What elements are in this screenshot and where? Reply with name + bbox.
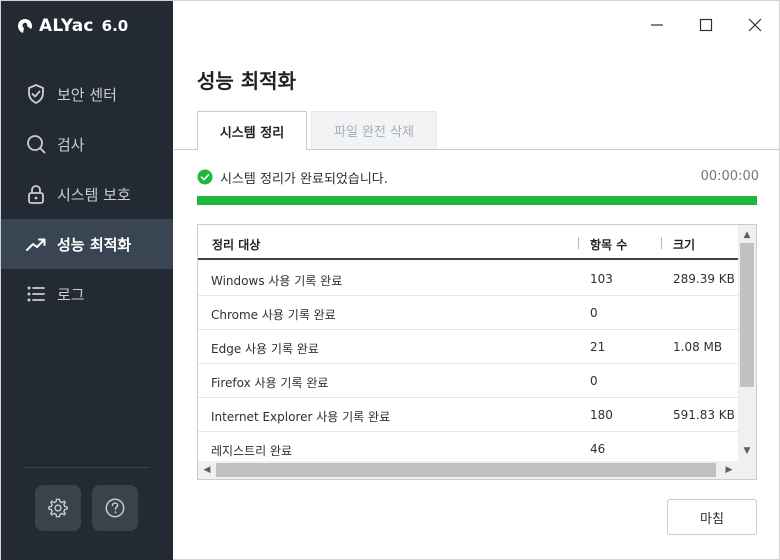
table-row[interactable]: Firefox 사용 기록 완료 0 (198, 364, 738, 398)
brand: ALYac 6.0 (17, 15, 128, 37)
scrollbar-corner (738, 461, 756, 479)
status-text: 시스템 정리가 완료되었습니다. (220, 171, 388, 187)
sidebar-item-label: 검사 (57, 135, 85, 154)
maximize-button[interactable] (690, 9, 722, 41)
vertical-scrollbar[interactable]: ▲ ▼ (738, 225, 756, 461)
cell-size: 1.08 MB (673, 340, 723, 354)
vertical-scroll-thumb[interactable] (740, 243, 754, 387)
elapsed-time: 00:00:00 (700, 169, 759, 184)
scroll-right-icon[interactable]: ▶ (720, 461, 738, 479)
horizontal-scrollbar[interactable]: ◀ ▶ (198, 461, 738, 479)
cell-target: Chrome 사용 기록 완료 (211, 308, 336, 322)
alyac-logo-icon (18, 19, 32, 33)
cell-target: 레지스트리 완료 (211, 444, 293, 458)
finish-button[interactable]: 마침 (667, 499, 757, 535)
cell-count: 0 (590, 374, 598, 388)
cell-count: 21 (590, 340, 606, 354)
settings-button[interactable] (35, 485, 81, 531)
scroll-up-icon[interactable]: ▲ (738, 227, 756, 243)
cell-count: 46 (590, 442, 606, 456)
sidebar-divider (25, 467, 149, 468)
cell-size: 289.39 KB (673, 272, 735, 286)
close-window-button[interactable] (739, 9, 771, 41)
status-message: 시스템 정리가 완료되었습니다. (197, 167, 388, 187)
scroll-left-icon[interactable]: ◀ (198, 461, 216, 479)
cell-count: 103 (590, 272, 613, 286)
sidebar-item-label: 보안 센터 (57, 85, 117, 104)
app-name: ALYac (39, 16, 94, 36)
sidebar-nav: 보안 센터 검사 시스템 보호 성능 최적화 로그 (1, 69, 173, 319)
progress-bar (197, 196, 757, 205)
question-icon (105, 498, 125, 518)
sidebar-item-label: 시스템 보호 (57, 185, 131, 204)
column-header-target[interactable]: 정리 대상 (212, 236, 260, 253)
table-row[interactable]: Chrome 사용 기록 완료 0 (198, 296, 738, 330)
table-header: 정리 대상 항목 수 크기 (198, 225, 738, 260)
cell-count: 180 (590, 408, 613, 422)
gear-icon (48, 498, 68, 518)
tab-system-cleanup[interactable]: 시스템 정리 (197, 111, 307, 150)
lock-icon (25, 183, 47, 205)
sidebar-item-security-center[interactable]: 보안 센터 (1, 69, 173, 119)
close-icon (748, 18, 762, 32)
app-window: ALYac 6.0 보안 센터 검사 시스템 보호 성능 최적화 로그 성능 최… (0, 0, 780, 560)
sidebar-item-system-protection[interactable]: 시스템 보호 (1, 169, 173, 219)
sidebar-item-scan[interactable]: 검사 (1, 119, 173, 169)
page-title: 성능 최적화 (197, 69, 296, 93)
horizontal-scroll-thumb[interactable] (216, 463, 716, 477)
sidebar-item-log[interactable]: 로그 (1, 269, 173, 319)
tab-file-shred[interactable]: 파일 완전 삭제 (311, 111, 437, 149)
progress-fill (197, 196, 757, 205)
column-header-size[interactable]: 크기 (673, 236, 695, 253)
table-row[interactable]: Edge 사용 기록 완료 21 1.08 MB (198, 330, 738, 364)
column-header-count[interactable]: 항목 수 (590, 236, 627, 253)
cell-count: 0 (590, 306, 598, 320)
sidebar-item-label: 성능 최적화 (57, 235, 132, 254)
check-circle-icon (197, 169, 213, 185)
shield-icon (25, 83, 47, 105)
sidebar-item-performance[interactable]: 성능 최적화 (1, 219, 173, 269)
table-row[interactable]: Internet Explorer 사용 기록 완료 180 591.83 KB (198, 398, 738, 432)
list-icon (25, 283, 47, 305)
sidebar: ALYac 6.0 보안 센터 검사 시스템 보호 성능 최적화 로그 (1, 1, 173, 560)
column-separator (578, 237, 579, 249)
sidebar-item-label: 로그 (57, 285, 85, 304)
search-icon (25, 133, 47, 155)
cell-size: 591.83 KB (673, 408, 735, 422)
table-row[interactable]: Windows 사용 기록 완료 103 289.39 KB (198, 262, 738, 296)
help-button[interactable] (92, 485, 138, 531)
cleanup-table: 정리 대상 항목 수 크기 Windows 사용 기록 완료 103 289.3… (197, 224, 757, 480)
cell-target: Edge 사용 기록 완료 (211, 342, 319, 356)
maximize-icon (699, 18, 713, 32)
app-version: 6.0 (101, 17, 129, 35)
cell-target: Firefox 사용 기록 완료 (211, 376, 329, 390)
minimize-button[interactable] (641, 9, 673, 41)
cell-target: Windows 사용 기록 완료 (211, 274, 343, 288)
minimize-icon (651, 24, 663, 26)
trend-up-icon (25, 233, 47, 255)
scroll-down-icon[interactable]: ▼ (738, 443, 756, 459)
table-body: Windows 사용 기록 완료 103 289.39 KB Chrome 사용… (198, 262, 738, 466)
column-separator (661, 237, 662, 249)
cell-target: Internet Explorer 사용 기록 완료 (211, 410, 391, 424)
